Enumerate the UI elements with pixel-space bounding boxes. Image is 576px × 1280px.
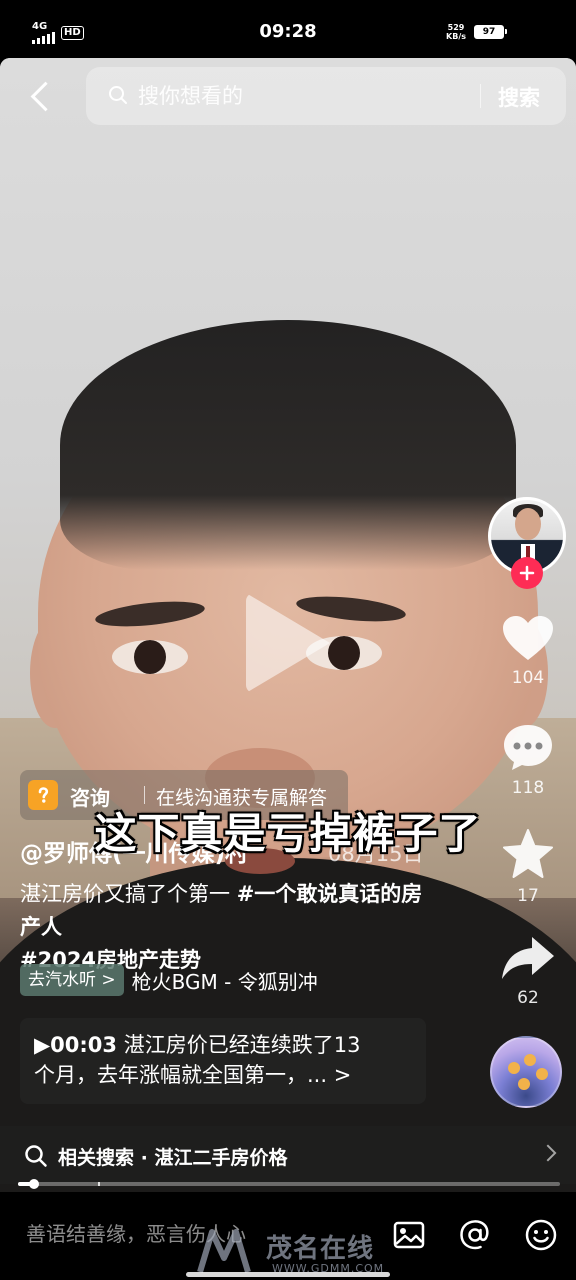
music-disc[interactable] bbox=[490, 1036, 562, 1108]
emoji-icon[interactable] bbox=[524, 1218, 558, 1252]
qishui-button[interactable]: 去汽水听 > bbox=[20, 964, 124, 996]
disc-flower bbox=[524, 1054, 536, 1066]
chevron-right-icon bbox=[539, 1144, 557, 1162]
watermark-logo-icon bbox=[197, 1229, 251, 1273]
search-divider bbox=[480, 84, 481, 108]
speed-unit: KB/s bbox=[446, 32, 466, 41]
video-summary[interactable]: ▶00:03 湛江房价已经连续跌了13 个月，去年涨幅就全国第一，... > bbox=[20, 1018, 426, 1104]
speed-value: 529 bbox=[447, 23, 465, 32]
watermark-name: 茂名在线 bbox=[266, 1234, 375, 1264]
like-count: 104 bbox=[511, 668, 545, 688]
disc-flower bbox=[518, 1078, 530, 1090]
summary-line-1: ▶00:03 湛江房价已经连续跌了13 bbox=[34, 1030, 412, 1060]
plus-icon bbox=[519, 565, 535, 581]
search-bar[interactable]: 搜索 bbox=[86, 67, 566, 125]
summary-text-2: 个月，去年涨幅就全国第一，... bbox=[34, 1063, 328, 1087]
like-button[interactable]: 104 bbox=[492, 614, 564, 688]
summary-text-1: 湛江房价已经连续跌了13 bbox=[123, 1033, 361, 1057]
battery-level: 97 bbox=[482, 27, 496, 37]
summary-time: 00:03 bbox=[50, 1033, 118, 1057]
video-eye-left bbox=[112, 640, 188, 674]
battery-icon: 97 bbox=[474, 25, 507, 39]
comment-button[interactable]: 118 bbox=[492, 722, 564, 798]
disc-flower bbox=[536, 1068, 548, 1080]
share-count: 62 bbox=[517, 988, 539, 1008]
back-button[interactable] bbox=[26, 80, 56, 112]
at-mention-icon[interactable] bbox=[458, 1218, 492, 1252]
qishui-label: 去汽水听 bbox=[28, 970, 96, 990]
home-indicator[interactable] bbox=[186, 1272, 390, 1277]
summary-line-2: 个月，去年涨幅就全国第一，... > bbox=[34, 1060, 412, 1090]
video-subtitle: 这下真是亏掉裤子了 bbox=[94, 809, 482, 858]
search-button[interactable]: 搜索 bbox=[498, 82, 540, 112]
favorite-count: 17 bbox=[517, 886, 539, 906]
chevron-right-icon: > bbox=[101, 970, 116, 990]
play-small-icon: ▶ bbox=[34, 1033, 51, 1057]
play-icon[interactable] bbox=[246, 593, 330, 693]
post-description: 湛江房价又搞了个第一 #一个敢说真话的房产人 #2024房地产走势 bbox=[20, 878, 440, 977]
heart-icon bbox=[503, 616, 553, 660]
comment-icon bbox=[504, 725, 552, 770]
follow-button[interactable] bbox=[511, 557, 543, 589]
status-bar: 4G HD 09:28 529 KB/s 97 bbox=[0, 0, 576, 60]
related-search-text: 相关搜索 · 湛江二手房价格 bbox=[58, 1147, 288, 1169]
status-right: 529 KB/s 97 bbox=[446, 23, 507, 41]
chevron-right-icon: > bbox=[333, 1063, 352, 1087]
video-hair bbox=[60, 320, 516, 570]
search-input[interactable] bbox=[138, 78, 468, 114]
music-name[interactable]: 枪火BGM - 令狐别冲 bbox=[132, 966, 318, 995]
comment-count: 118 bbox=[511, 778, 545, 798]
related-search-bar[interactable]: 相关搜索 · 湛江二手房价格 bbox=[0, 1126, 576, 1184]
share-button[interactable]: 62 bbox=[492, 934, 564, 1008]
description-text: 湛江房价又搞了个第一 bbox=[20, 882, 237, 906]
music-row: 去汽水听 > 枪火BGM - 令狐别冲 bbox=[20, 964, 318, 996]
network-speed: 529 KB/s bbox=[446, 23, 466, 41]
progress-marker bbox=[98, 1182, 100, 1186]
image-icon[interactable] bbox=[392, 1218, 426, 1252]
search-icon bbox=[25, 1145, 47, 1167]
avatar-head bbox=[515, 508, 541, 540]
video-progress-bar[interactable] bbox=[18, 1179, 560, 1189]
disc-flower bbox=[508, 1062, 520, 1074]
share-arrow-icon bbox=[502, 937, 554, 979]
search-icon bbox=[109, 86, 127, 104]
